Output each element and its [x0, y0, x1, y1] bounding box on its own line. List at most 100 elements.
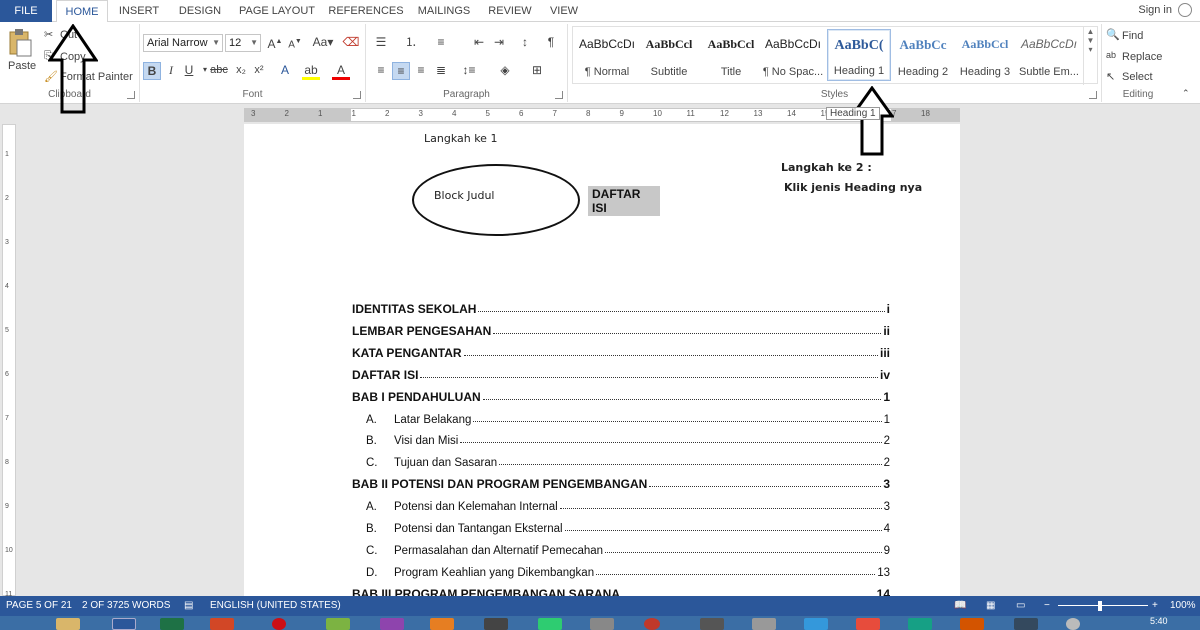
styles-launcher-icon[interactable] [1089, 91, 1097, 99]
gallery-scroll[interactable]: ▲ ▼ ▾ [1083, 27, 1097, 85]
app-icon[interactable] [1014, 618, 1038, 630]
toc-entry[interactable]: BAB I PENDAHULUAN 1 [352, 386, 890, 404]
find-icon[interactable]: 🔍 [1106, 28, 1120, 41]
style-title[interactable]: AaBbCcl Title [699, 29, 763, 81]
page-count[interactable]: PAGE 5 OF 21 [6, 600, 72, 611]
language-status[interactable]: ENGLISH (UNITED STATES) [210, 600, 341, 611]
paste-icon[interactable] [6, 28, 36, 58]
toc-entry[interactable]: IDENTITAS SEKOLAH i [352, 298, 890, 316]
clipboard-launcher-icon[interactable] [127, 91, 135, 99]
app-icon[interactable] [960, 618, 984, 630]
tab-insert[interactable]: INSERT [114, 0, 164, 22]
toc-entry[interactable]: DAFTAR ISI iv [352, 364, 890, 382]
decrease-indent-icon[interactable]: ⇤ [470, 34, 488, 52]
justify-icon[interactable]: ≣ [432, 62, 450, 80]
select-button[interactable]: Select [1122, 71, 1153, 83]
font-size-select[interactable]: 12 ▼ [225, 34, 261, 52]
app-icon[interactable] [752, 618, 776, 630]
sign-in-link[interactable]: Sign in [1138, 4, 1172, 16]
show-formatting-icon[interactable]: ¶ [542, 34, 560, 52]
word-count[interactable]: 2 OF 3725 WORDS [82, 600, 170, 611]
style-heading-3[interactable]: AaBbCcl Heading 3 [953, 29, 1017, 81]
opera-icon[interactable] [272, 618, 286, 630]
style-heading-2[interactable]: AaBbCc Heading 2 [891, 29, 955, 81]
change-case-icon[interactable]: Aa▾ [310, 34, 336, 52]
bold-icon[interactable]: B [143, 62, 161, 80]
multilevel-list-icon[interactable]: ≡ [432, 34, 450, 52]
font-launcher-icon[interactable] [353, 91, 361, 99]
style-normal[interactable]: AaBbCcDı ¶ Normal [575, 29, 639, 81]
toc-entry[interactable]: C. Permasalahan dan Alternatif Pemecahan 9 [352, 539, 890, 557]
app-icon[interactable] [908, 618, 932, 630]
read-mode-icon[interactable]: 📖 [954, 600, 966, 611]
highlight-icon[interactable]: ab [302, 62, 320, 80]
tab-view[interactable]: VIEW [544, 0, 584, 22]
toc-entry[interactable]: B. Visi dan Misi 2 [352, 429, 890, 447]
numbering-icon[interactable]: ⒈ [402, 34, 420, 52]
explorer-icon[interactable] [56, 618, 80, 630]
borders-icon[interactable]: ⊞ [528, 62, 546, 80]
tab-design[interactable]: DESIGN [172, 0, 228, 22]
bullets-icon[interactable]: ☰ [372, 34, 390, 52]
toc-entry[interactable]: B. Potensi dan Tantangan Eksternal 4 [352, 517, 890, 535]
paragraph-launcher-icon[interactable] [555, 91, 563, 99]
italic-icon[interactable]: I [162, 62, 180, 80]
app-icon[interactable] [538, 618, 562, 630]
replace-icon[interactable]: ab [1106, 50, 1116, 60]
zoom-out-icon[interactable]: − [1044, 600, 1050, 611]
toc-entry[interactable]: A. Potensi dan Kelemahan Internal 3 [352, 495, 890, 513]
zoom-in-icon[interactable]: + [1152, 600, 1158, 611]
font-color-icon[interactable]: A [332, 62, 350, 80]
align-center-icon[interactable]: ≡ [392, 62, 410, 80]
app-icon[interactable] [856, 618, 880, 630]
toc-entry[interactable]: D. Program Keahlian yang Dikembangkan 13 [352, 561, 890, 579]
toc-entry[interactable]: A. Latar Belakang 1 [352, 408, 890, 426]
feedback-icon[interactable] [1178, 3, 1192, 17]
app-icon[interactable] [380, 618, 404, 630]
shrink-font-icon[interactable]: A▼ [286, 34, 304, 52]
app-icon[interactable] [484, 618, 508, 630]
document-page[interactable]: Langkah ke 1 Langkah ke 2 : Klik jenis H… [244, 124, 960, 596]
toc-entry[interactable]: BAB III PROGRAM PENGEMBANGAN SARANA 14 [352, 583, 890, 596]
strikethrough-icon[interactable]: abc [210, 62, 228, 80]
word-icon[interactable] [112, 618, 136, 630]
print-layout-icon[interactable]: ▦ [986, 600, 995, 611]
toc-entry[interactable]: C. Tujuan dan Sasaran 2 [352, 451, 890, 469]
toc-entry[interactable]: LEMBAR PENGESAHAN ii [352, 320, 890, 338]
taskbar-clock[interactable]: 5:40 [1150, 616, 1168, 626]
app-icon[interactable] [804, 618, 828, 630]
zoom-slider-track[interactable] [1058, 605, 1148, 606]
style-heading-1[interactable]: AaBbC(Heading 1 [827, 29, 891, 81]
align-left-icon[interactable]: ≡ [372, 62, 390, 80]
line-spacing-icon[interactable]: ↕≡ [460, 62, 478, 80]
clear-formatting-icon[interactable]: ⌫ [342, 34, 360, 52]
tab-file[interactable]: FILE [0, 0, 52, 22]
zoom-level[interactable]: 100% [1170, 600, 1196, 611]
toc-entry[interactable]: KATA PENGANTAR iii [352, 342, 890, 360]
web-layout-icon[interactable]: ▭ [1016, 600, 1025, 611]
shading-icon[interactable]: ◈ [496, 62, 514, 80]
app-icon[interactable] [644, 618, 660, 630]
subscript-icon[interactable]: x₂ [232, 62, 250, 80]
app-icon[interactable] [1066, 618, 1080, 630]
app-icon[interactable] [430, 618, 454, 630]
app-icon[interactable] [700, 618, 724, 630]
powerpoint-icon[interactable] [210, 618, 234, 630]
zoom-slider-handle[interactable] [1098, 601, 1102, 611]
select-icon[interactable]: ↖ [1106, 70, 1115, 83]
text-effects-icon[interactable]: A [276, 62, 294, 80]
proofing-icon[interactable]: ▤ [184, 600, 193, 611]
app-icon[interactable] [326, 618, 350, 630]
align-right-icon[interactable]: ≡ [412, 62, 430, 80]
style-subtitle[interactable]: AaBbCcl Subtitle [637, 29, 701, 81]
collapse-ribbon-icon[interactable]: ⌃ [1182, 88, 1190, 99]
tab-mailings[interactable]: MAILINGS [412, 0, 476, 22]
find-button[interactable]: Find [1122, 30, 1143, 42]
style-no-spacing[interactable]: AaBbCcDı ¶ No Spac... [761, 29, 825, 81]
toc-entry[interactable]: BAB II POTENSI DAN PROGRAM PENGEMBANGAN 3 [352, 473, 890, 491]
tab-page-layout[interactable]: PAGE LAYOUT [236, 0, 318, 22]
font-name-select[interactable]: Arial Narrow ▼ [143, 34, 223, 52]
increase-indent-icon[interactable]: ⇥ [490, 34, 508, 52]
superscript-icon[interactable]: x² [250, 62, 268, 80]
tab-review[interactable]: REVIEW [484, 0, 536, 22]
